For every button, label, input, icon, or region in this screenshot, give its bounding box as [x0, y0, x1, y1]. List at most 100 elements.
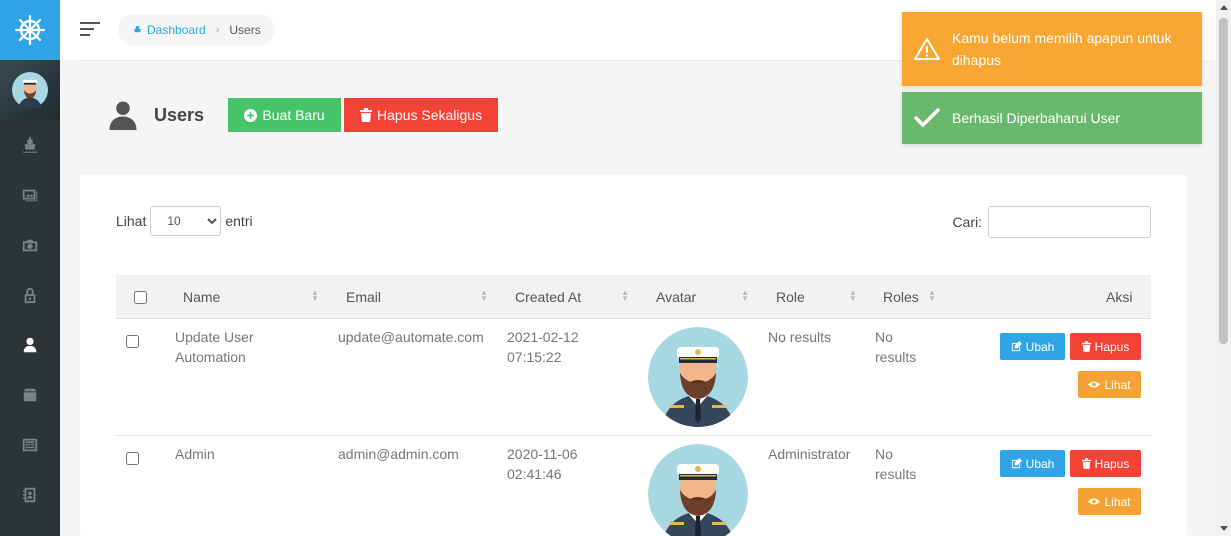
- warning-toast[interactable]: Kamu belum memilih apapun untuk dihapus: [902, 12, 1202, 86]
- row-checkbox[interactable]: [126, 452, 139, 465]
- column-header-role[interactable]: Role: [776, 275, 805, 319]
- column-header-roles[interactable]: Roles: [883, 275, 919, 319]
- user-icon: [109, 101, 137, 130]
- name-line: Automation: [175, 349, 246, 365]
- image-icon: [22, 189, 38, 202]
- breadcrumb-separator: ›: [215, 23, 220, 36]
- created-at-cell: 2020-11-06 02:41:46: [507, 444, 578, 484]
- table-header: Name ▲ ▼ Email ▲ ▼ Created At ▲ ▼ Avatar ▲ ▼…: [116, 275, 1151, 319]
- sidebar-item-ships[interactable]: [0, 120, 60, 170]
- avatar: [12, 72, 48, 108]
- roles-line: results: [875, 349, 917, 365]
- column-header-created-at[interactable]: Created At: [515, 275, 581, 319]
- edit-button[interactable]: Ubah: [1000, 450, 1065, 477]
- search-control: Cari:: [952, 206, 1151, 238]
- ship-icon: [134, 26, 141, 33]
- row-checkbox-cell: [126, 450, 139, 470]
- edit-button-label: Ubah: [1025, 456, 1055, 471]
- sidebar-profile[interactable]: [0, 60, 60, 120]
- column-header-actions: Aksi: [1106, 289, 1133, 305]
- email-cell: update@automate.com: [338, 329, 484, 345]
- created-time: 07:15:22: [507, 349, 562, 365]
- users-card: Lihat 10 entri Cari: Name ▲ ▼ Email ▲ ▼ Cr…: [80, 175, 1187, 536]
- roles-cell: No results: [875, 327, 916, 367]
- bulk-delete-button-label: Hapus Sekaligus: [377, 107, 483, 123]
- sidebar-item-news[interactable]: [0, 420, 60, 470]
- name-line: Admin: [175, 446, 215, 462]
- breadcrumb-current: Users: [229, 22, 261, 37]
- view-button[interactable]: Lihat: [1078, 488, 1141, 515]
- sort-icon[interactable]: ▲ ▼: [480, 289, 488, 303]
- sort-icon[interactable]: ▲ ▼: [311, 289, 319, 303]
- menu-toggle-icon[interactable]: [80, 22, 100, 38]
- roles-cell: No results: [875, 444, 916, 484]
- roles-line: results: [875, 466, 917, 482]
- created-date: 2020-11-06: [507, 446, 578, 462]
- column-header-email[interactable]: Email: [346, 275, 381, 319]
- trash-icon: [1081, 341, 1091, 352]
- entries-select[interactable]: 10: [150, 206, 222, 236]
- roles-line: No: [875, 446, 893, 462]
- row-checkbox-cell: [126, 333, 139, 353]
- sort-icon[interactable]: ▲ ▼: [741, 289, 749, 303]
- search-label: Cari:: [952, 214, 982, 230]
- name-cell: Admin: [175, 444, 215, 464]
- sidebar-item-camera[interactable]: [0, 220, 60, 270]
- delete-button[interactable]: Hapus: [1070, 333, 1141, 360]
- name-line: Update User: [175, 329, 254, 345]
- captain-avatar-icon: [648, 444, 748, 536]
- scroll-thumb[interactable]: [1219, 18, 1228, 344]
- email-cell: admin@admin.com: [338, 446, 459, 462]
- sidebar-item-contacts[interactable]: [0, 470, 60, 520]
- search-input[interactable]: [988, 206, 1151, 238]
- column-header-name[interactable]: Name: [183, 275, 220, 319]
- ship-wheel-icon: [14, 14, 46, 46]
- scroll-up-icon[interactable]: [1220, 5, 1228, 10]
- logo[interactable]: [0, 0, 60, 60]
- warning-icon: [902, 38, 952, 60]
- trash-icon: [360, 108, 373, 122]
- newspaper-icon: [22, 438, 38, 452]
- page-scrollbar[interactable]: [1216, 0, 1231, 536]
- sort-icon[interactable]: ▲ ▼: [849, 289, 857, 303]
- row-checkbox[interactable]: [126, 335, 139, 348]
- view-button-label: Lihat: [1104, 494, 1131, 509]
- table-row: Admin admin@admin.com 2020-11-06 02:41:4…: [116, 436, 1151, 536]
- contacts-icon: [22, 487, 36, 503]
- view-button[interactable]: Lihat: [1078, 371, 1141, 398]
- role-cell: Administrator: [768, 446, 851, 462]
- sort-icon[interactable]: ▲ ▼: [928, 289, 936, 303]
- delete-button-label: Hapus: [1094, 339, 1130, 354]
- sidebar-item-gallery[interactable]: [0, 170, 60, 220]
- success-toast-message: Berhasil Diperbaharui User: [952, 110, 1121, 126]
- camera-icon: [22, 239, 38, 252]
- sidebar-item-security[interactable]: [0, 270, 60, 320]
- sidebar-item-inventory[interactable]: [0, 370, 60, 420]
- sort-icon[interactable]: ▲ ▼: [621, 289, 629, 303]
- created-at-cell: 2021-02-12 07:15:22: [507, 327, 579, 367]
- breadcrumb-home-link[interactable]: Dashboard: [132, 23, 206, 37]
- column-header-avatar[interactable]: Avatar: [656, 275, 696, 319]
- bulk-delete-button[interactable]: Hapus Sekaligus: [344, 98, 499, 132]
- view-button-label: Lihat: [1104, 377, 1131, 392]
- scroll-down-icon[interactable]: [1220, 526, 1228, 531]
- success-toast[interactable]: Berhasil Diperbaharui User: [902, 92, 1202, 144]
- create-button-label: Buat Baru: [262, 107, 325, 123]
- lock-icon: [24, 287, 36, 304]
- plus-circle-icon: [244, 108, 258, 122]
- select-all-cell: [134, 275, 147, 319]
- edit-icon: [1011, 341, 1022, 352]
- sidebar-item-users[interactable]: [0, 320, 60, 370]
- ship-icon: [22, 136, 38, 153]
- table-row: Update User Automation update@automate.c…: [116, 319, 1151, 436]
- create-button[interactable]: Buat Baru: [228, 98, 342, 132]
- breadcrumb-home-label[interactable]: Dashboard: [147, 23, 206, 37]
- delete-button[interactable]: Hapus: [1070, 450, 1141, 477]
- box-icon: [23, 388, 37, 402]
- length-prefix: Lihat: [116, 213, 147, 229]
- role-cell: No results: [768, 329, 832, 345]
- created-date: 2021-02-12: [507, 329, 579, 345]
- edit-button[interactable]: Ubah: [1000, 333, 1065, 360]
- sidebar: [0, 0, 60, 536]
- select-all-checkbox[interactable]: [134, 290, 147, 304]
